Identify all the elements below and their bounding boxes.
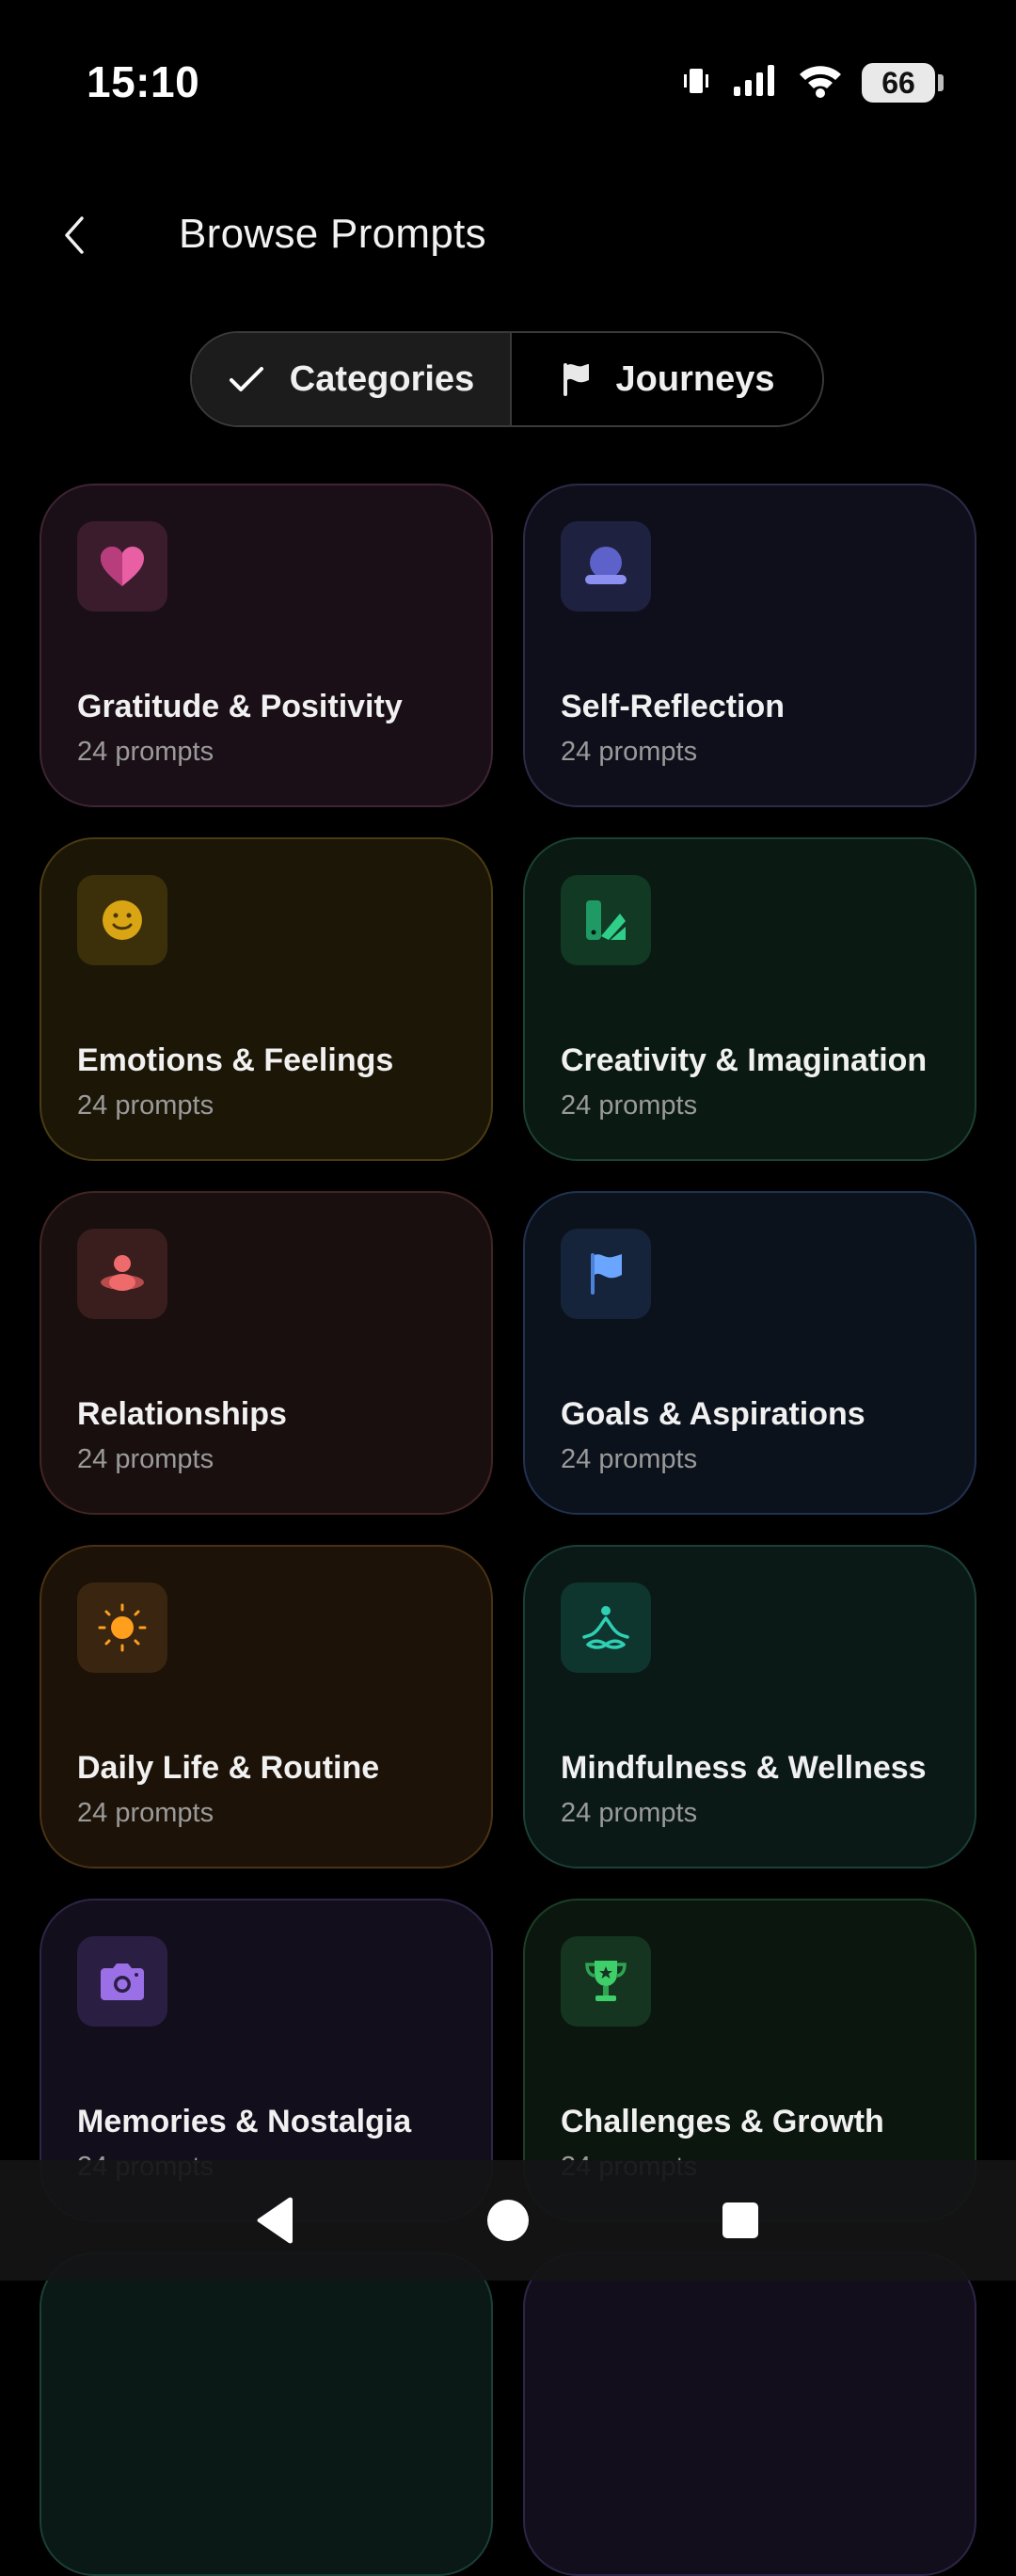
category-card-gratitude[interactable]: Gratitude & Positivity 24 prompts	[40, 484, 493, 807]
category-card-daily-life[interactable]: Daily Life & Routine 24 prompts	[40, 1545, 493, 1868]
status-time: 15:10	[87, 57, 200, 106]
tab-journeys[interactable]: Journeys	[512, 333, 822, 425]
meditation-icon	[561, 1582, 651, 1673]
category-name: Emotions & Feelings	[77, 1042, 394, 1078]
people-icon	[77, 1229, 167, 1319]
battery-level: 66	[881, 65, 915, 100]
category-card-partial-left[interactable]	[40, 2252, 493, 2576]
category-count: 24 prompts	[561, 737, 698, 767]
category-card-relationships[interactable]: Relationships 24 prompts	[40, 1191, 493, 1515]
category-name: Creativity & Imagination	[561, 1042, 928, 1078]
category-name: Mindfulness & Wellness	[561, 1750, 927, 1786]
view-switcher: Categories Journeys	[190, 331, 824, 427]
category-name: Daily Life & Routine	[77, 1750, 380, 1786]
status-bar: 15:10 66	[0, 0, 1016, 165]
sun-icon	[77, 1582, 167, 1673]
nav-home-button[interactable]	[474, 2186, 542, 2254]
category-count: 24 prompts	[561, 1444, 698, 1474]
app-header: Browse Prompts	[0, 188, 1016, 282]
nav-back-button[interactable]	[242, 2186, 310, 2254]
square-recents-icon	[722, 2202, 758, 2238]
category-count: 24 prompts	[77, 1798, 214, 1828]
category-name: Challenges & Growth	[561, 2104, 884, 2139]
camera-icon	[77, 1936, 167, 2027]
category-card-self-reflection[interactable]: Self-Reflection 24 prompts	[523, 484, 976, 807]
category-card-partial-right[interactable]	[523, 2252, 976, 2576]
category-count: 24 prompts	[77, 737, 214, 767]
category-name: Gratitude & Positivity	[77, 689, 403, 724]
category-card-goals[interactable]: Goals & Aspirations 24 prompts	[523, 1191, 976, 1515]
trophy-icon	[561, 1936, 651, 2027]
tab-categories[interactable]: Categories	[192, 333, 512, 425]
category-count: 24 prompts	[561, 1798, 698, 1828]
flag-icon	[561, 1229, 651, 1319]
vibrate-icon	[679, 64, 713, 103]
back-button[interactable]	[47, 207, 103, 263]
system-nav-bar	[0, 2160, 1016, 2281]
category-count: 24 prompts	[77, 1090, 214, 1121]
status-icons: 66	[679, 58, 944, 107]
category-card-creativity[interactable]: Creativity & Imagination 24 prompts	[523, 837, 976, 1161]
nav-recents-button[interactable]	[706, 2186, 774, 2254]
circle-home-icon	[487, 2200, 529, 2241]
wifi-icon	[798, 63, 843, 103]
category-name: Self-Reflection	[561, 689, 786, 724]
battery-indicator: 66	[862, 63, 944, 103]
category-name: Memories & Nostalgia	[77, 2104, 412, 2139]
flag-icon	[563, 363, 589, 396]
page-title: Browse Prompts	[179, 211, 486, 257]
category-count: 24 prompts	[77, 1444, 214, 1474]
category-count: 24 prompts	[561, 1090, 698, 1121]
palette-icon	[561, 875, 651, 965]
triangle-back-icon	[257, 2197, 293, 2244]
chevron-left-icon	[65, 216, 84, 254]
category-name: Goals & Aspirations	[561, 1396, 865, 1432]
category-card-emotions[interactable]: Emotions & Feelings 24 prompts	[40, 837, 493, 1161]
category-name: Relationships	[77, 1396, 287, 1432]
tab-journeys-label: Journeys	[615, 358, 775, 399]
tab-categories-label: Categories	[289, 358, 475, 399]
category-card-mindfulness[interactable]: Mindfulness & Wellness 24 prompts	[523, 1545, 976, 1868]
smiley-icon	[77, 875, 167, 965]
heart-icon	[77, 521, 167, 612]
check-icon	[229, 367, 263, 391]
person-icon	[561, 521, 651, 612]
signal-icon	[732, 64, 779, 103]
